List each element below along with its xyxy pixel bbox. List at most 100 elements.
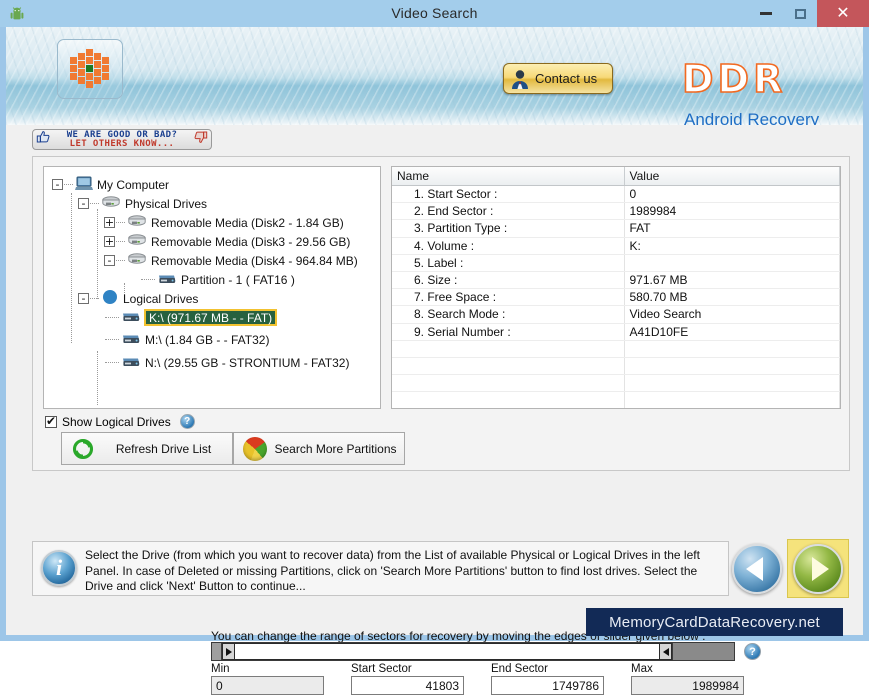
cell-name: 1. Start Sector :: [392, 185, 625, 204]
review-ribbon-text: WE ARE GOOD OR BAD? LET OTHERS KNOW...: [50, 130, 194, 149]
cell-value: [624, 374, 840, 393]
min-sector-input[interactable]: [211, 676, 324, 695]
table-row[interactable]: [392, 374, 840, 393]
end-sector-input[interactable]: [491, 676, 604, 695]
table-row[interactable]: 2. End Sector :1989984: [392, 202, 840, 221]
tree-node-label: Logical Drives: [123, 291, 199, 306]
refresh-drive-list-button[interactable]: Refresh Drive List: [61, 432, 233, 465]
back-button[interactable]: [729, 541, 784, 596]
table-row[interactable]: 5. Label :: [392, 254, 840, 272]
close-icon: ✕: [836, 4, 850, 22]
cell-name: 4. Volume :: [392, 237, 625, 255]
table-row[interactable]: 8. Search Mode : Video Search: [392, 305, 840, 324]
cell-value: Video Search: [624, 305, 840, 324]
drive-icon: [121, 355, 141, 371]
table-row[interactable]: 1. Start Sector :0: [392, 185, 840, 204]
slider-left-track: [212, 643, 222, 660]
tree-node-label: My Computer: [97, 177, 170, 192]
tree-toggle-icon[interactable]: -: [52, 179, 63, 190]
minimize-icon: [760, 12, 772, 15]
table-row[interactable]: 4. Volume : K:: [392, 237, 840, 255]
tree-node-label: M:\ (1.84 GB - - FAT32): [145, 332, 270, 347]
tree-toggle-icon[interactable]: -: [78, 198, 89, 209]
tree-node-label-selected: K:\ (971.67 MB - - FAT): [144, 309, 278, 326]
tree-node-removable-disk4[interactable]: - Removable Media (Disk4 - 964.84 MB): [104, 251, 358, 270]
start-sector-input[interactable]: [351, 676, 464, 695]
tree-node-removable-disk3[interactable]: + Removable Media (Disk3 - 29.56 GB): [104, 232, 350, 251]
table-row[interactable]: [392, 357, 840, 376]
cell-value: [624, 254, 840, 272]
table-row[interactable]: 7. Free Space :580.70 MB: [392, 288, 840, 307]
drive-icon: [157, 272, 177, 288]
tree-node-removable-disk2[interactable]: + Removable Media (Disk2 - 1.84 GB): [104, 213, 344, 232]
tree-node-logical-drives[interactable]: - Logical Drives: [78, 289, 198, 308]
tree-connector: [64, 184, 73, 185]
show-logical-drives-label: Show Logical Drives: [62, 414, 171, 429]
cell-value: [624, 357, 840, 376]
logical-drives-icon: [101, 289, 119, 308]
table-row[interactable]: 6. Size :971.67 MB: [392, 271, 840, 290]
tree-node-partition-1[interactable]: Partition - 1 ( FAT16 ): [140, 270, 295, 289]
tree-toggle-icon[interactable]: +: [104, 217, 115, 228]
cell-value: 580.70 MB: [624, 288, 840, 307]
slider-help-icon[interactable]: ?: [744, 643, 761, 660]
info-text: Select the Drive (from which you want to…: [85, 548, 700, 593]
drive-tree[interactable]: - My Computer - Physical Drives + Remova…: [43, 166, 381, 409]
column-header-value[interactable]: Value: [624, 167, 840, 186]
column-header-name[interactable]: Name: [392, 167, 625, 186]
min-sector-group: Min: [211, 663, 324, 695]
tree-node-drive-k[interactable]: K:\ (971.67 MB - - FAT): [104, 308, 278, 327]
maximize-icon: [794, 8, 806, 19]
cell-value: K:: [624, 237, 840, 255]
tree-node-drive-n[interactable]: N:\ (29.55 GB - STRONTIUM - FAT32): [104, 353, 349, 372]
minimize-button[interactable]: [749, 0, 783, 27]
cell-value: [624, 340, 840, 358]
app-banner: Contact us DDR Android Recovery: [6, 27, 863, 125]
contact-us-label: Contact us: [535, 71, 598, 86]
search-more-partitions-button[interactable]: Search More Partitions: [233, 432, 405, 465]
maximize-button[interactable]: [783, 0, 817, 27]
next-button[interactable]: [787, 539, 849, 598]
tree-toggle-icon[interactable]: -: [78, 293, 89, 304]
disk-stack-icon: [101, 195, 121, 212]
slider-selected-range[interactable]: [235, 643, 659, 660]
cell-name: [392, 340, 625, 358]
table-row[interactable]: 3. Partition Type : FAT: [392, 219, 840, 238]
contact-us-button[interactable]: Contact us: [503, 63, 613, 94]
tree-node-label: Removable Media (Disk3 - 29.56 GB): [151, 234, 351, 249]
table-row[interactable]: [392, 340, 840, 358]
tree-connector: [116, 241, 125, 242]
ddr-brand-logo: DDR: [681, 56, 787, 102]
cell-name: [392, 391, 625, 408]
tree-node-physical-drives[interactable]: - Physical Drives: [78, 194, 207, 213]
end-sector-label: End Sector: [491, 663, 548, 675]
info-icon: i: [41, 550, 77, 586]
help-icon[interactable]: ?: [179, 414, 195, 429]
cell-value: A41D10FE: [624, 323, 840, 341]
slider-start-handle[interactable]: [222, 643, 235, 660]
tree-node-label: Removable Media (Disk2 - 1.84 GB): [151, 215, 344, 230]
show-logical-drives-checkbox[interactable]: [45, 414, 57, 428]
table-row[interactable]: [392, 391, 840, 408]
review-ribbon[interactable]: WE ARE GOOD OR BAD? LET OTHERS KNOW...: [32, 129, 212, 150]
table-row[interactable]: 9. Serial Number : A41D10FE: [392, 323, 840, 341]
review-line-2: LET OTHERS KNOW...: [69, 138, 175, 149]
slider-end-handle[interactable]: [659, 643, 672, 660]
max-sector-label: Max: [631, 663, 653, 675]
app-logo: [57, 39, 123, 99]
disk-stack-icon: [127, 214, 147, 231]
application-window: Video Search ✕ Contact us DDR Android Re…: [0, 0, 869, 695]
checkered-flower-icon: [70, 49, 110, 89]
sector-range-slider[interactable]: [211, 642, 735, 661]
tree-toggle-icon[interactable]: +: [104, 236, 115, 247]
pie-chart-icon: [243, 436, 267, 461]
tree-node-drive-m[interactable]: M:\ (1.84 GB - - FAT32): [104, 330, 269, 349]
close-button[interactable]: ✕: [817, 0, 869, 27]
tree-toggle-icon[interactable]: -: [104, 255, 115, 266]
drive-icon: [121, 332, 141, 348]
previous-arrow-icon: [731, 543, 782, 594]
tree-node-my-computer[interactable]: - My Computer: [52, 175, 169, 194]
max-sector-input[interactable]: [631, 676, 744, 695]
tree-node-label: Partition - 1 ( FAT16 ): [181, 272, 295, 287]
window-title: Video Search: [391, 5, 478, 21]
